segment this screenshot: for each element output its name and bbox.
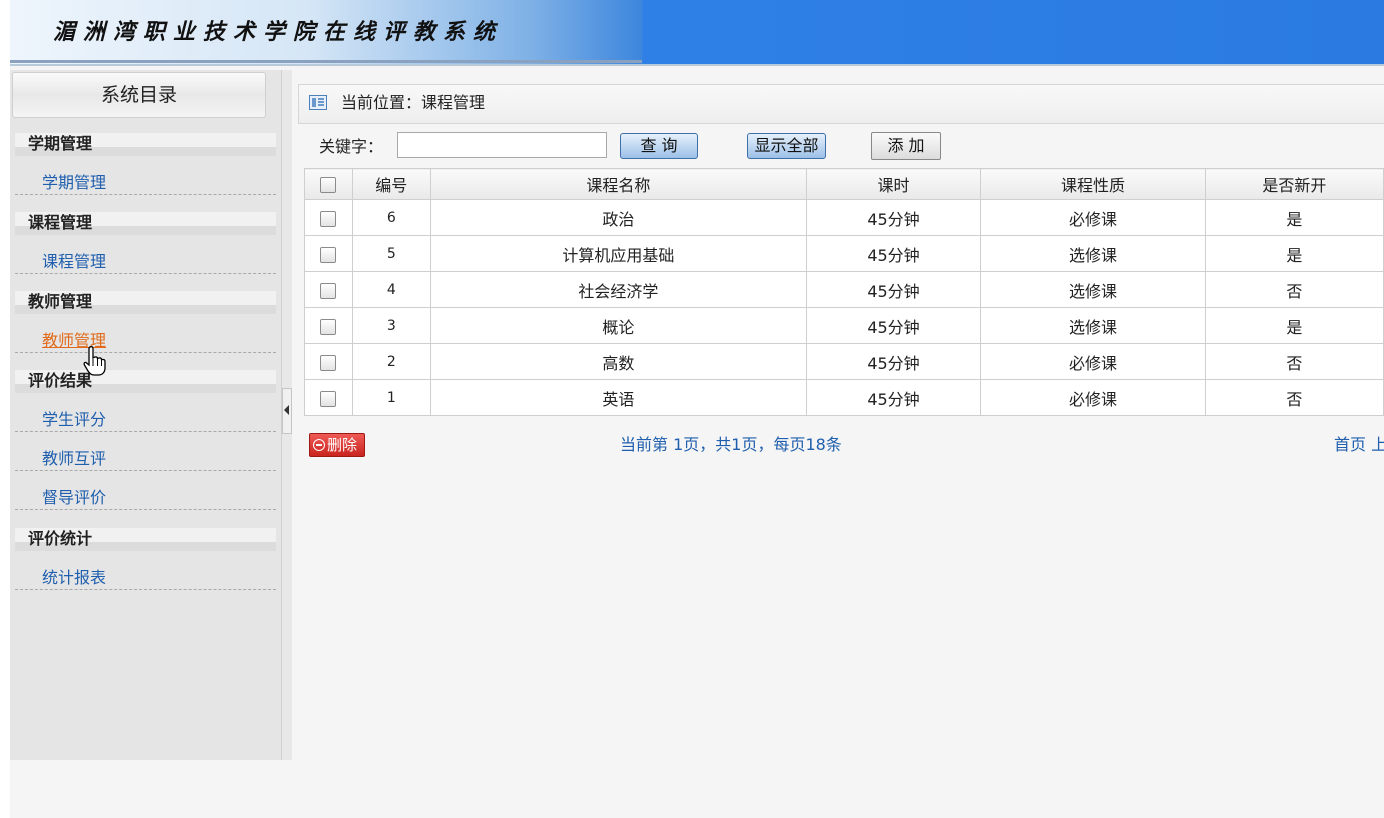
column-header-course-name: 课程名称 <box>429 168 807 200</box>
app-title: 湄洲湾职业技术学院在线评教系统 <box>53 19 504 45</box>
breadcrumb: 当前位置：课程管理 <box>298 84 1384 124</box>
sidebar-item-peer-review[interactable]: 教师互评 <box>15 447 276 471</box>
sidebar-item-teacher-management[interactable]: 教师管理 <box>15 329 276 353</box>
app-header: 湄洲湾职业技术学院在线评教系统 <box>10 0 1384 66</box>
select-all-checkbox[interactable] <box>320 177 337 193</box>
minus-circle-icon <box>313 439 325 451</box>
sidebar-item-semester-management[interactable]: 学期管理 <box>15 171 276 195</box>
row-checkbox[interactable] <box>320 354 337 371</box>
pagination-links: 首页 上 <box>1334 434 1384 456</box>
row-course-type: 必修课 <box>980 199 1206 236</box>
column-header-is-new: 是否新开 <box>1204 168 1384 200</box>
sidebar-section-teacher[interactable]: 教师管理 <box>15 291 276 314</box>
row-id: 2 <box>351 343 431 380</box>
row-course-name: 概论 <box>429 307 807 344</box>
prev-page-link[interactable]: 上 <box>1371 435 1384 454</box>
select-all-cell[interactable] <box>304 168 353 200</box>
table-row: 2 高数 45分钟 必修课 否 <box>304 343 1384 380</box>
row-hours: 45分钟 <box>805 235 982 272</box>
row-hours: 45分钟 <box>805 343 982 380</box>
row-hours: 45分钟 <box>805 307 982 344</box>
row-id: 4 <box>351 271 431 308</box>
layout-icon <box>309 95 327 110</box>
table-row: 3 概论 45分钟 选修课 是 <box>304 307 1384 344</box>
show-all-button[interactable]: 显示全部 <box>747 133 826 159</box>
table-row: 4 社会经济学 45分钟 选修课 否 <box>304 271 1384 308</box>
sidebar-section-semester[interactable]: 学期管理 <box>15 133 276 156</box>
row-hours: 45分钟 <box>805 199 982 236</box>
row-course-name: 英语 <box>429 379 807 416</box>
table-row: 1 英语 45分钟 必修课 否 <box>304 379 1384 416</box>
table-row: 6 政治 45分钟 必修课 是 <box>304 199 1384 236</box>
table-header-row: 编号 课程名称 课时 课程性质 是否新开 <box>304 168 1384 200</box>
sidebar-title: 系统目录 <box>12 72 266 118</box>
left-margin <box>0 0 10 818</box>
sidebar: 系统目录 学期管理 学期管理 课程管理 课程管理 教师管理 教师管理 评价结果 … <box>10 70 283 760</box>
row-is-new: 是 <box>1204 307 1384 344</box>
row-course-name: 高数 <box>429 343 807 380</box>
sidebar-section-evaluation-stats[interactable]: 评价统计 <box>15 528 276 551</box>
add-button[interactable]: 添 加 <box>871 132 941 160</box>
keyword-input[interactable] <box>397 132 607 158</box>
row-course-type: 必修课 <box>980 343 1206 380</box>
header-divider <box>10 60 642 63</box>
sidebar-section-course[interactable]: 课程管理 <box>15 212 276 235</box>
row-is-new: 是 <box>1204 199 1384 236</box>
row-course-name: 计算机应用基础 <box>429 235 807 272</box>
row-course-name: 社会经济学 <box>429 271 807 308</box>
row-id: 3 <box>351 307 431 344</box>
row-checkbox[interactable] <box>320 246 337 263</box>
row-is-new: 是 <box>1204 235 1384 272</box>
row-course-name: 政治 <box>429 199 807 236</box>
breadcrumb-label: 当前位置：课程管理 <box>341 93 486 112</box>
keyword-label: 关键字： <box>319 137 384 156</box>
row-id: 1 <box>351 379 431 416</box>
sidebar-item-statistics-report[interactable]: 统计报表 <box>15 566 276 590</box>
pagination-info: 当前第 1页，共1页，每页18条 <box>620 435 842 454</box>
row-checkbox[interactable] <box>320 210 337 227</box>
collapse-arrow-icon[interactable] <box>282 388 292 434</box>
row-is-new: 否 <box>1204 271 1384 308</box>
row-checkbox[interactable] <box>320 318 337 335</box>
row-course-type: 选修课 <box>980 271 1206 308</box>
column-header-hours: 课时 <box>805 168 982 200</box>
row-id: 6 <box>351 199 431 236</box>
row-course-type: 选修课 <box>980 307 1206 344</box>
row-is-new: 否 <box>1204 343 1384 380</box>
hand-cursor-icon <box>83 345 106 376</box>
row-checkbox[interactable] <box>320 282 337 299</box>
row-checkbox[interactable] <box>320 390 337 407</box>
delete-button[interactable]: 删除 <box>309 433 365 457</box>
query-button[interactable]: 查 询 <box>620 133 698 159</box>
column-header-id: 编号 <box>351 168 431 200</box>
sidebar-splitter[interactable] <box>281 70 292 760</box>
row-course-type: 选修课 <box>980 235 1206 272</box>
row-course-type: 必修课 <box>980 379 1206 416</box>
row-hours: 45分钟 <box>805 271 982 308</box>
sidebar-item-course-management[interactable]: 课程管理 <box>15 250 276 274</box>
sidebar-item-supervisor-evaluation[interactable]: 督导评价 <box>15 486 276 510</box>
first-page-link[interactable]: 首页 <box>1334 435 1366 454</box>
sidebar-section-evaluation-results[interactable]: 评价结果 <box>15 370 276 393</box>
table-row: 5 计算机应用基础 45分钟 选修课 是 <box>304 235 1384 272</box>
row-is-new: 否 <box>1204 379 1384 416</box>
sidebar-item-student-rating[interactable]: 学生评分 <box>15 408 276 432</box>
delete-button-label: 删除 <box>327 436 358 454</box>
row-id: 5 <box>351 235 431 272</box>
column-header-course-type: 课程性质 <box>980 168 1206 200</box>
main-content: 当前位置：课程管理 关键字： 查 询 显示全部 添 加 编号 课程名称 课时 课… <box>294 70 1384 760</box>
row-hours: 45分钟 <box>805 379 982 416</box>
course-table: 编号 课程名称 课时 课程性质 是否新开 6 政治 45分钟 必修课 是 5 计… <box>304 168 1384 416</box>
